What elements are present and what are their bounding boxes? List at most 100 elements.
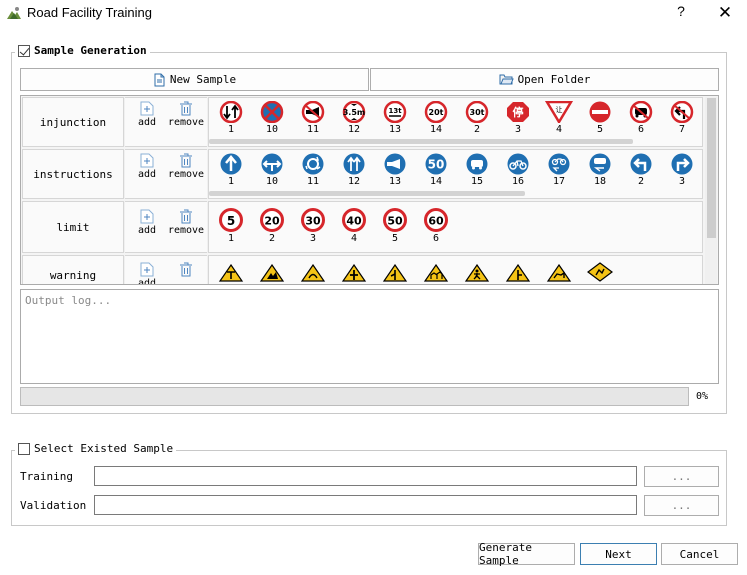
sign-speed-limit-5[interactable]: 51: [211, 208, 251, 244]
output-log[interactable]: Output log...: [20, 289, 719, 384]
category-label: limit: [22, 201, 124, 253]
sample-generation-checkbox[interactable]: [18, 44, 30, 57]
category-row-warning: warning add: [22, 255, 703, 284]
svg-text:让: 让: [556, 105, 563, 114]
sign-weight-limit-30t[interactable]: 30t 2: [457, 101, 497, 135]
remove-button[interactable]: [166, 262, 206, 278]
sign-no-honking[interactable]: 11: [293, 101, 333, 135]
svg-text:40: 40: [346, 215, 362, 228]
sign-bicycle-turn[interactable]: 17: [539, 153, 579, 187]
sign-straight-or-right[interactable]: 12: [334, 153, 374, 187]
sign-left-right-turn[interactable]: 10: [252, 153, 292, 187]
sign-vehicle-turn[interactable]: 18: [580, 153, 620, 187]
open-folder-label: Open Folder: [517, 73, 591, 86]
sign-strip: 1 10 11 3.5m 12 13t 13 20t 14 30t 2 停3 让4 5 …: [208, 97, 703, 147]
open-folder-button[interactable]: Open Folder: [370, 68, 719, 91]
sign-no-straight-right[interactable]: 1: [211, 101, 251, 135]
sign-no-left-turn[interactable]: 7: [662, 101, 702, 135]
close-button[interactable]: ✕: [714, 3, 736, 23]
cancel-button[interactable]: Cancel: [661, 543, 738, 565]
sample-generation-title: Sample Generation: [34, 44, 147, 57]
add-file-icon: [140, 262, 154, 277]
app-icon: [6, 5, 22, 21]
row-tools: add remove: [125, 149, 207, 199]
sign-speed-limit-30[interactable]: 30 3: [293, 208, 333, 244]
row-tools: add remove: [125, 201, 207, 253]
table-scrollbar-thumb[interactable]: [707, 98, 716, 238]
sign-warning-slippery[interactable]: [293, 264, 333, 282]
existed-sample-checkbox[interactable]: [18, 442, 30, 455]
remove-button[interactable]: remove: [166, 101, 206, 128]
existed-sample-title: Select Existed Sample: [34, 442, 174, 455]
sign-warning-t-junction[interactable]: [211, 264, 251, 282]
sign-weight-limit-20t[interactable]: 20t 14: [416, 101, 456, 135]
new-sample-button[interactable]: New Sample: [20, 68, 369, 91]
sign-bicycle-lane[interactable]: 16: [498, 153, 538, 187]
add-label: add: [137, 225, 157, 236]
generate-sample-button[interactable]: Generate Sample: [478, 541, 575, 567]
sign-honk[interactable]: 13: [375, 153, 415, 187]
sign-warning-animals[interactable]: [539, 264, 579, 282]
trash-icon: [180, 209, 192, 224]
remove-button[interactable]: remove: [166, 153, 206, 180]
sign-turn-left[interactable]: 2: [621, 153, 661, 187]
training-path-input[interactable]: [94, 466, 637, 486]
sample-category-table: injunction add remove 1 10 11 3.5m 12 13t…: [20, 95, 719, 285]
sign-warning-pedestrians[interactable]: [457, 264, 497, 282]
sign-warning-village[interactable]: [416, 264, 456, 282]
sign-speed-limit-50[interactable]: 50 5: [375, 208, 415, 244]
remove-label: remove: [167, 169, 205, 180]
training-browse-button[interactable]: ...: [644, 466, 719, 487]
sign-no-motor-vehicles[interactable]: 6: [621, 101, 661, 135]
add-file-icon: [140, 209, 154, 224]
sign-turn-right[interactable]: 3: [662, 153, 702, 187]
sign-height-limit[interactable]: 3.5m 12: [334, 101, 374, 135]
add-button[interactable]: add: [127, 153, 167, 180]
add-button[interactable]: add: [127, 209, 167, 236]
trash-icon: [180, 101, 192, 116]
add-label: add: [137, 169, 157, 180]
sign-warning-falling-rocks[interactable]: [252, 264, 292, 282]
sample-generation-legend: Sample Generation: [15, 44, 150, 57]
validation-browse-button[interactable]: ...: [644, 495, 719, 516]
row-horizontal-scrollbar[interactable]: [209, 191, 525, 196]
sign-speed-limit-60[interactable]: 60 6: [416, 208, 456, 244]
add-button[interactable]: add: [127, 101, 167, 128]
trash-icon: [180, 153, 192, 168]
svg-text:5: 5: [227, 214, 235, 228]
sign-warning-junction[interactable]: [498, 264, 538, 282]
svg-text:30: 30: [305, 215, 321, 228]
row-tools: add: [125, 255, 207, 284]
sign-no-entry[interactable]: 5: [580, 101, 620, 135]
sign-warning-side-road[interactable]: [375, 264, 415, 282]
add-file-icon: [140, 153, 154, 168]
sign-warning-road-works[interactable]: [580, 262, 620, 282]
sign-no-parking[interactable]: 10: [252, 101, 292, 135]
row-horizontal-scrollbar[interactable]: [209, 139, 633, 144]
validation-label: Validation: [20, 499, 87, 512]
sign-speed-limit-20[interactable]: 20 2: [252, 208, 292, 244]
sign-warning-crossroads[interactable]: [334, 264, 374, 282]
progress-bar: [20, 387, 689, 406]
sign-roundabout[interactable]: 11: [293, 153, 333, 187]
add-button[interactable]: add: [127, 262, 167, 284]
category-label: warning: [22, 255, 124, 284]
remove-label: remove: [167, 225, 205, 236]
sign-min-speed-50[interactable]: 50 14: [416, 153, 456, 187]
next-button[interactable]: Next: [580, 543, 657, 565]
new-file-icon: [154, 73, 165, 86]
window-title: Road Facility Training: [27, 5, 152, 20]
help-button[interactable]: ?: [672, 3, 690, 23]
validation-path-input[interactable]: [94, 495, 637, 515]
sign-stop[interactable]: 停3: [498, 101, 538, 135]
category-row-limit: limit add remove 51 20 2 30 3 40 4 50 5 60 6: [22, 201, 703, 253]
sign-yield[interactable]: 让4: [539, 101, 579, 135]
sign-motor-vehicles-lane[interactable]: 15: [457, 153, 497, 187]
svg-text:60: 60: [428, 215, 444, 228]
sign-straight-ahead[interactable]: 1: [211, 153, 251, 187]
sign-axle-weight[interactable]: 13t 13: [375, 101, 415, 135]
sign-speed-limit-40[interactable]: 40 4: [334, 208, 374, 244]
remove-button[interactable]: remove: [166, 209, 206, 236]
svg-text:30t: 30t: [470, 108, 485, 117]
row-tools: add remove: [125, 97, 207, 147]
